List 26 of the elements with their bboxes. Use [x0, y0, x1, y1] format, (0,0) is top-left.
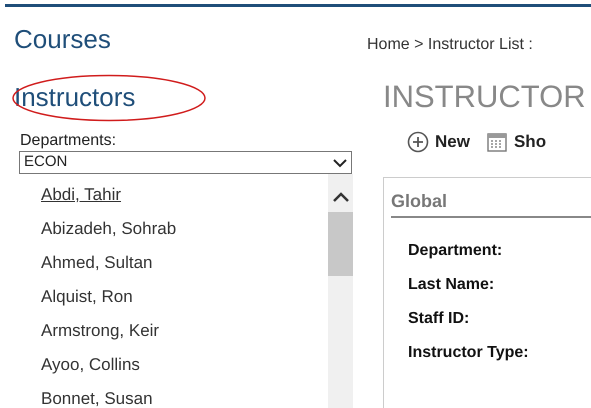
instructor-link[interactable]: Abdi, Tahir	[41, 178, 328, 212]
toolbar-button[interactable]: Sho	[486, 129, 546, 154]
panel-title: Global	[391, 190, 448, 210]
instructor-link[interactable]: Ayoo, Collins	[41, 348, 328, 382]
instructor-link[interactable]: Armstrong, Keir	[41, 314, 328, 348]
nav-link[interactable]: Courses	[14, 23, 360, 55]
page-title: INSTRUCTOR	[383, 79, 587, 115]
department-select[interactable]: ECON	[19, 151, 352, 174]
scrollbar[interactable]	[328, 174, 353, 408]
toolbar-button[interactable]: New	[407, 129, 470, 154]
breadcrumb: Home > Instructor List :	[367, 35, 534, 55]
field-label: Instructor Type:	[408, 342, 530, 362]
field-label: Last Name:	[408, 274, 496, 294]
instructor-link[interactable]: Alquist, Ron	[41, 280, 328, 314]
field-label: Staff ID:	[408, 308, 470, 328]
field-label: Department:	[408, 240, 504, 260]
calendar-icon	[486, 130, 508, 153]
scrollbar-thumb[interactable]	[328, 212, 353, 276]
instructor-link[interactable]: Ahmed, Sultan	[41, 246, 328, 280]
plus-circle-icon	[407, 130, 429, 153]
departments-label: Departments:	[20, 131, 118, 151]
chevron-up-icon	[332, 192, 348, 202]
chevron-down-icon	[333, 158, 347, 168]
nav-link[interactable]: Instructors	[14, 81, 360, 113]
instructor-link[interactable]: Abizadeh, Sohrab	[41, 212, 328, 246]
instructor-link[interactable]: Bonnet, Susan	[41, 382, 328, 408]
